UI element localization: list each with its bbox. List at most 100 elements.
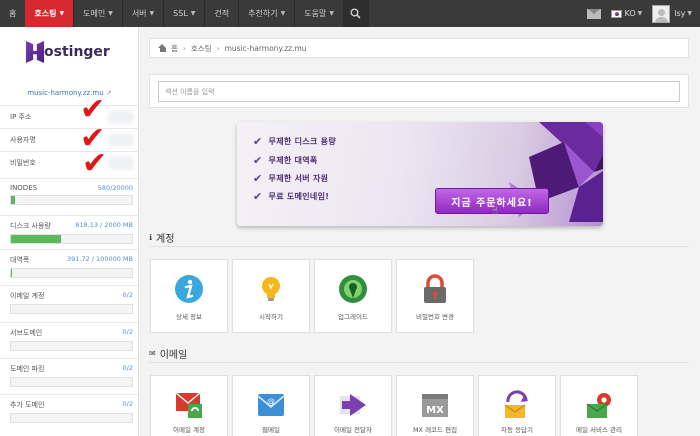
hostinger-logo[interactable]: ostinger (26, 39, 121, 65)
nav-quote-label: 건적 (214, 9, 230, 18)
blurred-value (108, 156, 134, 170)
email-accounts-icon (175, 392, 202, 418)
chevron-down-icon: ▼ (59, 10, 65, 17)
tile-account-details[interactable]: 상세 정보 (150, 259, 228, 333)
nav-server[interactable]: 서버 ▼ (123, 0, 163, 27)
tile-label: 이메일 전달자 (334, 426, 372, 434)
autoresponder-icon (504, 390, 528, 418)
nav-domain-label: 도메인 (83, 9, 106, 18)
external-link-icon: ↗ (105, 89, 112, 97)
stat-label: 디스크 사용량 (10, 222, 51, 230)
tile-change-password[interactable]: 비밀번호 변경 (396, 259, 474, 333)
section-search-input[interactable] (158, 81, 680, 102)
stat-email-accounts: 이메일 계정 0/2 (0, 285, 139, 322)
nav-help[interactable]: 도움말 ▼ (295, 0, 343, 27)
svg-text:@: @ (267, 397, 275, 406)
stat-label: 서브도메인 (10, 329, 43, 337)
tile-autoresponders[interactable]: 자동 응답기 (478, 375, 556, 436)
tile-label: 이메일 계정 (173, 426, 205, 434)
language-selector[interactable]: KO ▼ (610, 9, 643, 18)
nav-hosting[interactable]: 호스팅 ▼ (25, 0, 74, 27)
tile-mx-records[interactable]: MX MX 레코드 편집 (396, 375, 474, 436)
nav-referral-label: 추천하기 (248, 9, 278, 18)
promo-banner[interactable]: ✔ 무제한 디스크 용량 ✔ 무제한 대역폭 ✔ 무제한 서버 자원 ✔ 무료 도메인네… (237, 122, 603, 226)
breadcrumb-domain: music-harmony.zz.mu (224, 43, 307, 53)
stat-parked-domains: 도메인 파킹 0/2 (0, 358, 139, 394)
user-menu[interactable]: lsy ▼ (652, 4, 692, 23)
info-icon: ℹ (149, 233, 153, 242)
breadcrumb-separator: › (216, 43, 220, 53)
nav-home[interactable]: 홈 (0, 0, 25, 27)
section-divider (149, 246, 689, 247)
nav-home-label: 홈 (9, 9, 17, 18)
password-label: 비밀번호 (10, 159, 36, 167)
nav-ssl[interactable]: SSL ▼ (164, 0, 204, 27)
envelope-icon: ✉ (149, 349, 156, 358)
chevron-down-icon: ▼ (687, 10, 692, 17)
tile-label: 업그레이드 (338, 313, 368, 321)
tile-label: 상세 정보 (176, 313, 202, 321)
ip-address-row: IP 주소 (0, 105, 139, 128)
logo-text: ostinger (44, 44, 110, 60)
nav-quote[interactable]: 건적 (205, 0, 238, 27)
tile-label: 비밀번호 변경 (416, 313, 454, 321)
progress-bar (10, 234, 133, 244)
stat-value: 0/2 (122, 291, 133, 299)
stat-disk-usage: 디스크 사용량 818.13 / 2000 MB (0, 215, 139, 249)
banner-feature: ✔ 무제한 대역폭 (253, 154, 318, 167)
stat-value: 391.72 / 100000 MB (66, 255, 133, 263)
breadcrumb-hosting[interactable]: 호스팅 (191, 43, 212, 54)
progress-bar-fill (11, 196, 15, 204)
chevron-down-icon: ▼ (149, 10, 155, 17)
stat-addon-domains: 추가 도메인 0/2 (0, 394, 139, 436)
tile-email-accounts[interactable]: 이메일 계정 (150, 375, 228, 436)
stat-subdomains: 서브도메인 0/2 (0, 322, 139, 358)
password-row: 비밀번호 (0, 151, 139, 174)
progress-bar (10, 304, 133, 314)
upgrade-rocket-icon (339, 275, 367, 303)
top-navigation: 홈 호스팅 ▼ 도메인 ▼ 서버 ▼ SSL ▼ 건적 추천하기 ▼ 도움말 ▼ KO ▼ l… (0, 0, 700, 27)
banner-feature: ✔ 무제한 서버 자원 (253, 172, 328, 185)
section-search-panel (149, 74, 689, 108)
nav-referral[interactable]: 추천하기 ▼ (239, 0, 294, 27)
progress-bar (10, 195, 133, 205)
stat-inodes: INODES 580/20000 (0, 178, 139, 215)
breadcrumb: 홈 › 호스팅 › music-harmony.zz.mu (149, 38, 689, 58)
tile-webmail[interactable]: @ 웹메일 (232, 375, 310, 436)
stat-label: 이메일 계정 (10, 292, 45, 300)
language-label: KO (624, 9, 636, 18)
banner-feature-text: 무제한 서버 자원 (268, 174, 329, 183)
progress-bar-fill (11, 235, 61, 243)
blurred-value (108, 133, 134, 147)
stat-value: 0/2 (122, 364, 133, 372)
breadcrumb-home[interactable]: 홈 (171, 43, 178, 54)
nav-domain[interactable]: 도메인 ▼ (74, 0, 122, 27)
stat-label: 도메인 파킹 (10, 365, 45, 373)
stat-label: 추가 도메인 (10, 401, 45, 409)
email-title-text: 이메일 (159, 350, 188, 361)
domain-link[interactable]: music-harmony.zz.mu ↗ (0, 89, 139, 97)
banner-feature: ✔ 무료 도메인네임! (253, 190, 329, 203)
mx-icon-label: MX (426, 405, 444, 416)
chevron-down-icon: ▼ (329, 10, 334, 17)
tile-label: 메일 서비스 관리 (576, 426, 622, 434)
tile-mail-service-management[interactable]: 메일 서비스 관리 (560, 375, 638, 436)
tile-getting-started[interactable]: 시작하기 (232, 259, 310, 333)
chevron-down-icon: ▼ (637, 10, 643, 17)
nav-right-group: KO ▼ lsy ▼ (586, 0, 700, 27)
nav-hosting-label: 호스팅 (34, 9, 57, 18)
hand-cursor-icon: ☝ (492, 206, 499, 217)
chevron-down-icon: ▼ (280, 10, 286, 17)
nav-search-button[interactable] (342, 0, 369, 27)
stat-value: 0/2 (122, 328, 133, 336)
tile-upgrade[interactable]: 업그레이드 (314, 259, 392, 333)
mail-icon[interactable] (586, 8, 601, 19)
stat-value: 0/2 (122, 400, 133, 408)
mail-settings-gear-icon (586, 393, 611, 418)
red-checkmark-annotation: ✔ (82, 146, 108, 181)
nav-help-label: 도움말 (304, 9, 327, 18)
tile-email-forwarders[interactable]: 이메일 전달자 (314, 375, 392, 436)
mx-record-icon: MX (422, 394, 448, 417)
banner-feature-text: 무제한 디스크 용량 (268, 137, 336, 146)
checkmark-icon: ✔ (253, 190, 263, 203)
